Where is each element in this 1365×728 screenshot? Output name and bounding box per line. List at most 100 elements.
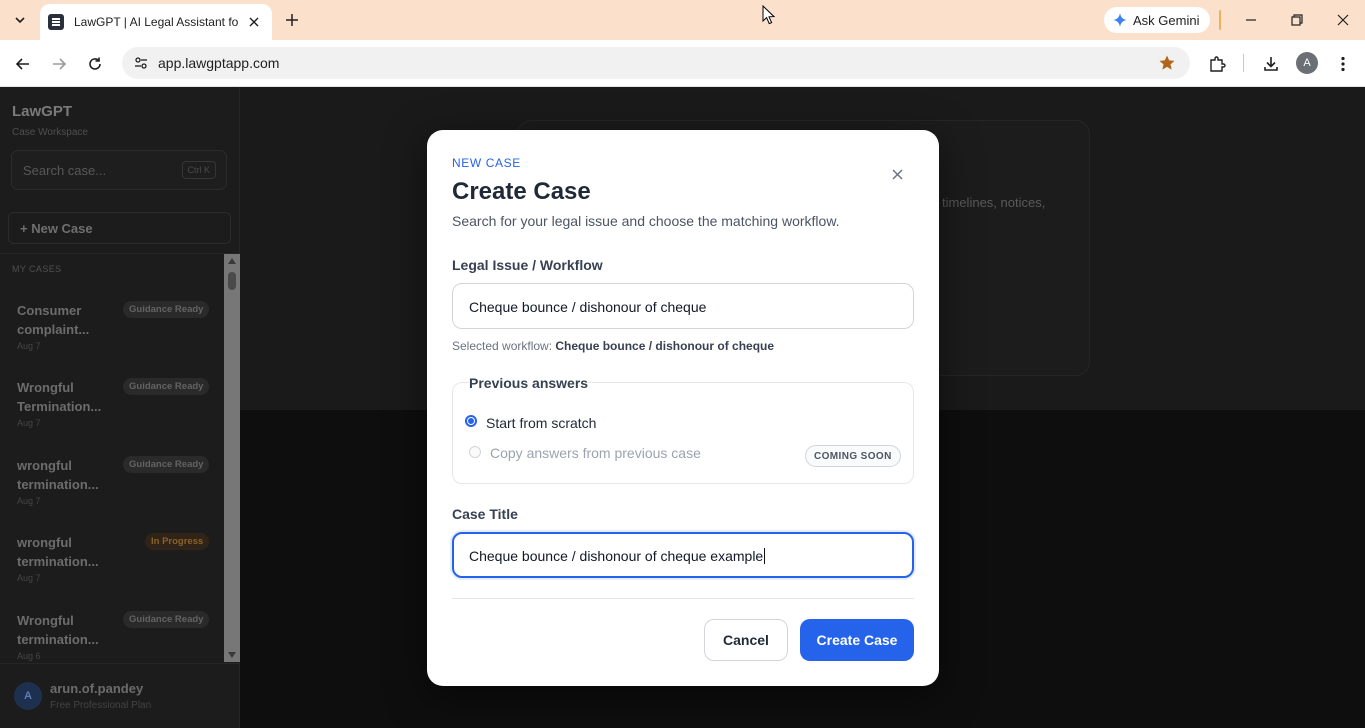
gemini-sparkle-icon <box>1113 13 1127 27</box>
url-text: app.lawgptapp.com <box>158 55 280 71</box>
browser-tab-active[interactable]: LawGPT | AI Legal Assistant for Indian L… <box>40 4 272 40</box>
status-badge: Guidance Ready <box>123 456 210 473</box>
previous-answers-legend: Previous answers <box>469 375 589 391</box>
case-date: Aug 7 <box>17 341 41 351</box>
scroll-up-arrow-icon[interactable] <box>228 258 236 264</box>
my-cases-heading: MY CASES <box>12 264 62 274</box>
workflow-search-input[interactable]: Cheque bounce / dishonour of cheque <box>452 283 914 329</box>
case-list-item[interactable]: wrongful termination... Aug 7 In Progres… <box>0 525 224 603</box>
minimize-button[interactable] <box>1239 8 1263 32</box>
status-badge: Guidance Ready <box>123 611 210 628</box>
modal-title: Create Case <box>452 178 591 205</box>
puzzle-icon <box>1210 56 1226 72</box>
workflow-input-value: Cheque bounce / dishonour of cheque <box>469 299 707 315</box>
case-title: Wrongful termination... <box>17 613 99 647</box>
address-bar[interactable]: app.lawgptapp.com <box>122 47 1190 79</box>
profile-avatar[interactable]: A <box>1296 52 1318 74</box>
scroll-down-arrow-icon[interactable] <box>228 652 236 658</box>
chevron-down-icon <box>15 17 25 24</box>
ask-gemini-button[interactable]: Ask Gemini <box>1104 7 1210 33</box>
sidebar: LawGPT Case Workspace Search case... Ctr… <box>0 87 240 728</box>
create-case-button[interactable]: Create Case <box>800 619 914 661</box>
selected-workflow-value: Cheque bounce / dishonour of cheque <box>555 339 775 353</box>
case-search-input[interactable]: Search case... Ctrl K <box>11 150 227 190</box>
case-title: wrongful termination... <box>17 458 99 492</box>
close-icon <box>249 17 259 27</box>
new-case-button[interactable]: + New Case <box>8 212 231 244</box>
avatar: A <box>14 682 42 710</box>
case-date: Aug 7 <box>17 573 41 583</box>
search-placeholder: Search case... <box>23 163 107 178</box>
arrow-left-icon <box>15 58 29 70</box>
tab-search-button[interactable] <box>6 6 34 34</box>
download-icon <box>1264 57 1278 71</box>
modal-footer-divider <box>452 598 914 599</box>
case-list-item[interactable]: Wrongful termination... Aug 6 Guidance R… <box>0 603 224 662</box>
case-title-input-value: Cheque bounce / dishonour of cheque exam… <box>469 548 766 564</box>
new-tab-button[interactable] <box>280 8 304 32</box>
case-date: Aug 6 <box>17 651 41 661</box>
tab-close-button[interactable] <box>244 12 264 32</box>
lawgpt-favicon-icon <box>48 14 64 30</box>
app-subtitle: Case Workspace <box>12 127 88 138</box>
minimize-icon <box>1246 19 1256 21</box>
create-case-modal: NEW CASE Create Case Search for your leg… <box>427 130 939 686</box>
status-badge: Guidance Ready <box>123 378 210 395</box>
reload-icon <box>89 57 101 70</box>
previous-answers-group <box>452 382 914 484</box>
coming-soon-badge: COMING SOON <box>805 445 901 467</box>
close-icon <box>891 168 903 180</box>
scrollbar-thumb[interactable] <box>228 272 236 290</box>
restore-button[interactable] <box>1285 8 1309 32</box>
modal-close-button[interactable] <box>887 164 907 184</box>
bookmark-star-icon[interactable] <box>1158 54 1176 72</box>
case-title-input[interactable]: Cheque bounce / dishonour of cheque exam… <box>452 532 914 578</box>
modal-subtitle: Search for your legal issue and choose t… <box>452 213 840 229</box>
copy-answers-radio <box>469 446 481 458</box>
text-caret <box>764 548 766 564</box>
back-button[interactable] <box>11 52 35 76</box>
case-list-item[interactable]: Wrongful Termination... Aug 7 Guidance R… <box>0 370 224 448</box>
user-name: arun.of.pandey <box>50 681 144 696</box>
status-badge: In Progress <box>145 533 210 550</box>
browser-tab-bar: LawGPT | AI Legal Assistant for Indian L… <box>0 0 1365 40</box>
case-date: Aug 7 <box>17 418 41 428</box>
user-profile[interactable]: A arun.of.pandey Free Professional Plan <box>0 663 240 728</box>
sidebar-divider <box>0 253 240 254</box>
close-icon <box>1337 14 1349 26</box>
user-plan: Free Professional Plan <box>50 700 152 711</box>
background-card-text: timelines, notices, <box>942 195 1046 210</box>
restore-icon <box>1291 14 1303 26</box>
ask-gemini-label: Ask Gemini <box>1133 12 1200 28</box>
case-list-item[interactable]: wrongful termination... Aug 7 Guidance R… <box>0 448 224 526</box>
plus-icon <box>286 14 298 26</box>
forward-button[interactable] <box>47 52 71 76</box>
status-badge: Guidance Ready <box>123 301 210 318</box>
reload-button[interactable] <box>83 52 107 76</box>
workflow-label: Legal Issue / Workflow <box>452 257 603 273</box>
case-date: Aug 7 <box>17 496 41 506</box>
search-shortcut-hint: Ctrl K <box>181 161 216 179</box>
more-vertical-icon <box>1341 56 1345 72</box>
window-close-button[interactable] <box>1331 8 1355 32</box>
selected-workflow-prefix: Selected workflow: <box>452 339 553 353</box>
start-from-scratch-label[interactable]: Start from scratch <box>486 415 596 431</box>
case-list-scrollbar[interactable] <box>224 254 240 662</box>
tab-title: LawGPT | AI Legal Assistant for Indian L… <box>74 15 239 29</box>
start-from-scratch-radio[interactable] <box>465 415 477 427</box>
copy-answers-label: Copy answers from previous case <box>490 445 701 461</box>
downloads-button[interactable] <box>1259 52 1283 76</box>
browser-toolbar: app.lawgptapp.com A <box>0 40 1365 87</box>
extensions-button[interactable] <box>1205 52 1229 76</box>
site-info-icon[interactable] <box>133 55 149 71</box>
case-title: Consumer complaint... <box>17 303 90 337</box>
chrome-menu-button[interactable] <box>1331 52 1355 76</box>
case-list-item[interactable]: Consumer complaint... Aug 7 Guidance Rea… <box>0 293 224 371</box>
case-list: Consumer complaint... Aug 7 Guidance Rea… <box>0 286 224 662</box>
case-title: wrongful termination... <box>17 535 99 569</box>
case-title-label: Case Title <box>452 506 518 522</box>
toolbar-separator <box>1243 54 1244 72</box>
modal-kicker: NEW CASE <box>452 156 521 170</box>
mouse-cursor-icon <box>762 5 776 25</box>
cancel-button[interactable]: Cancel <box>704 619 788 661</box>
